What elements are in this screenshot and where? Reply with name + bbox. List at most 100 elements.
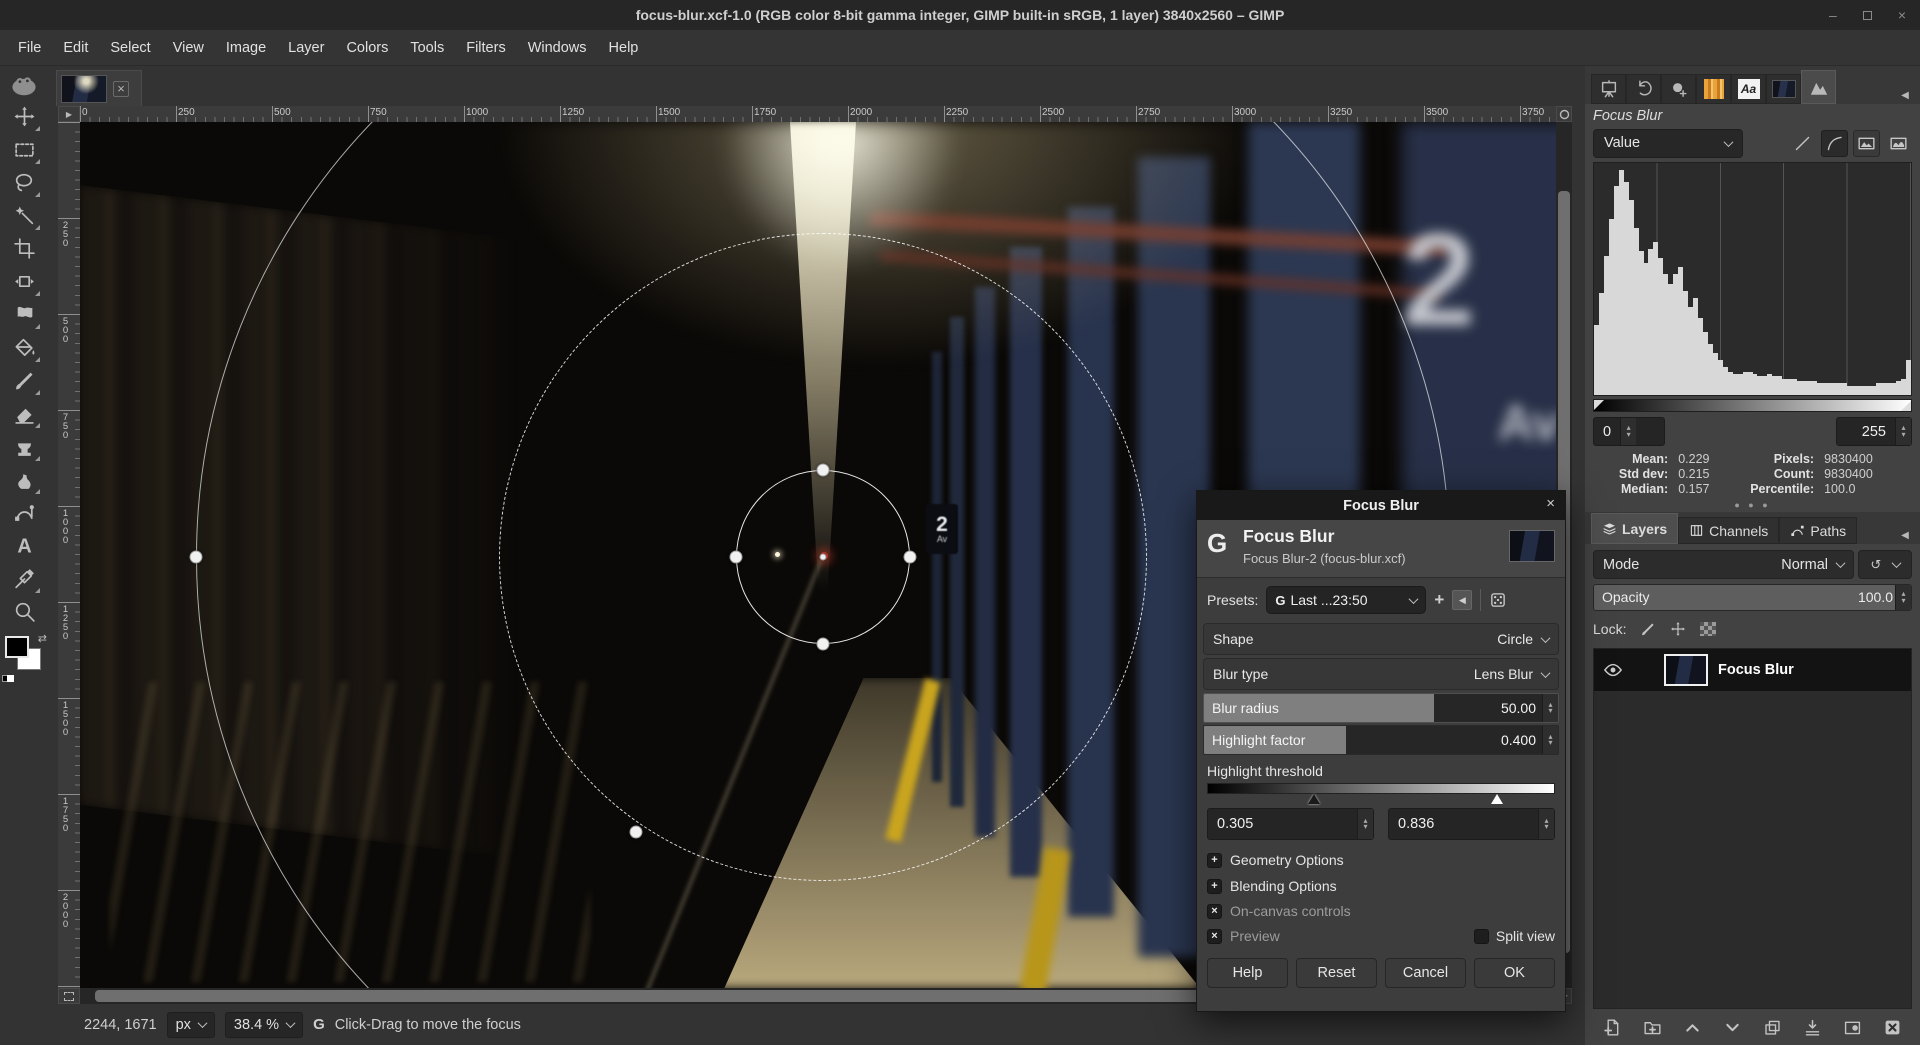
zoom-follow-window-button[interactable]: [1556, 106, 1572, 122]
move-tool[interactable]: [6, 100, 42, 133]
image-tab-close-icon[interactable]: ×: [113, 81, 129, 97]
range-high-input[interactable]: 255 ▴▾: [1836, 417, 1912, 446]
horizontal-ruler[interactable]: 0250500750100012501500175020002250250027…: [80, 106, 1556, 122]
swap-colors-icon[interactable]: ⇄: [38, 632, 47, 645]
smudge-tool[interactable]: [6, 463, 42, 496]
eraser-tool[interactable]: [6, 397, 42, 430]
menu-filters[interactable]: Filters: [456, 35, 515, 61]
spin-buttons[interactable]: ▴▾: [1538, 809, 1554, 839]
range-low-input[interactable]: 0 ▴▾: [1593, 417, 1665, 446]
blur-type-dropdown[interactable]: Blur type Lens Blur: [1203, 658, 1559, 690]
zoom-dropdown[interactable]: 38.4 %: [225, 1012, 303, 1038]
menu-help[interactable]: Help: [599, 35, 649, 61]
lock-alpha-icon[interactable]: [1700, 622, 1716, 636]
reset-button[interactable]: Reset: [1296, 958, 1377, 988]
focus-handle-top[interactable]: [817, 464, 830, 477]
menu-select[interactable]: Select: [100, 35, 160, 61]
title-bar[interactable]: focus-blur.xcf-1.0 (RGB color 8-bit gamm…: [0, 0, 1920, 30]
lower-layer-button[interactable]: [1717, 1013, 1747, 1041]
unit-dropdown[interactable]: px: [167, 1012, 215, 1038]
layer-row[interactable]: Focus Blur: [1594, 649, 1911, 691]
threshold-gradient-slider[interactable]: [1207, 783, 1555, 794]
dock-tab-patterns[interactable]: [1696, 74, 1731, 104]
randomize-dice-icon[interactable]: [1489, 591, 1507, 609]
menu-view[interactable]: View: [163, 35, 214, 61]
add-preset-button[interactable]: +: [1434, 590, 1444, 610]
lock-position-icon[interactable]: [1670, 621, 1686, 637]
tab-layers[interactable]: Layers: [1591, 513, 1678, 544]
spin-buttons[interactable]: ▴▾: [1542, 726, 1558, 754]
dialog-close-icon[interactable]: ×: [1546, 495, 1555, 512]
lock-pixels-icon[interactable]: [1640, 621, 1656, 637]
ok-button[interactable]: OK: [1474, 958, 1555, 988]
panel-menu-icon[interactable]: ◀: [1896, 526, 1914, 544]
dock-tab-fonts[interactable]: Aa: [1731, 74, 1766, 104]
dock-tab-histogram[interactable]: [1801, 70, 1836, 104]
threshold-high-marker[interactable]: [1491, 794, 1503, 804]
raise-layer-button[interactable]: [1677, 1013, 1707, 1041]
delete-layer-button[interactable]: [1878, 1013, 1908, 1041]
checkbox-checked-icon[interactable]: ×: [1207, 904, 1222, 919]
focus-outer-handle[interactable]: [190, 551, 203, 564]
mode-extra-buttons[interactable]: ↺: [1858, 550, 1912, 579]
blur-radius-slider[interactable]: Blur radius 50.00 ▴▾: [1203, 693, 1559, 723]
minimize-button[interactable]: –: [1829, 8, 1837, 22]
zoom-tool[interactable]: [6, 595, 42, 628]
range-slider-left-marker[interactable]: [1594, 400, 1604, 410]
checkbox-checked-icon[interactable]: ×: [1207, 929, 1222, 944]
ruler-corner-button[interactable]: ▶: [58, 106, 80, 122]
quick-mask-button[interactable]: [58, 988, 80, 1004]
tab-channels[interactable]: Channels: [1678, 517, 1779, 544]
spin-buttons[interactable]: ▴▾: [1895, 585, 1911, 610]
close-button[interactable]: ×: [1898, 8, 1906, 22]
spin-buttons[interactable]: ▴▾: [1895, 418, 1911, 445]
linear-histogram-button[interactable]: [1789, 130, 1816, 157]
free-select-tool[interactable]: [6, 166, 42, 199]
preview-checkbox[interactable]: × Preview Split view: [1197, 921, 1565, 946]
panel-menu-icon[interactable]: ◀: [1896, 86, 1914, 104]
help-button[interactable]: Help: [1207, 958, 1288, 988]
expand-plus-icon[interactable]: +: [1207, 853, 1222, 868]
expand-plus-icon[interactable]: +: [1207, 879, 1222, 894]
mode-reset-icon[interactable]: ↺: [1870, 557, 1881, 573]
cancel-button[interactable]: Cancel: [1385, 958, 1466, 988]
menu-tools[interactable]: Tools: [400, 35, 454, 61]
default-colors-icon[interactable]: [2, 675, 14, 682]
focus-handle-left[interactable]: [730, 551, 743, 564]
bucket-fill-tool[interactable]: [6, 331, 42, 364]
split-view-checkbox[interactable]: Split view: [1474, 928, 1555, 944]
checkbox-unchecked-icon[interactable]: [1474, 929, 1489, 944]
fuzzy-select-tool[interactable]: [6, 199, 42, 232]
visibility-eye-icon[interactable]: [1600, 660, 1626, 680]
dock-tab-images[interactable]: [1766, 74, 1801, 104]
paths-tool[interactable]: [6, 496, 42, 529]
expanded-view-button[interactable]: [1885, 130, 1912, 157]
preset-dropdown[interactable]: G Last ...23:50: [1266, 586, 1426, 614]
manage-presets-button[interactable]: ◀: [1452, 590, 1472, 610]
dock-splitter[interactable]: ● ● ●: [1593, 500, 1912, 512]
spin-buttons[interactable]: ▴▾: [1620, 418, 1636, 445]
focus-midpoint-handle[interactable]: [630, 826, 643, 839]
crop-tool[interactable]: [6, 232, 42, 265]
logarithmic-histogram-button[interactable]: [1821, 130, 1848, 157]
menu-image[interactable]: Image: [216, 35, 276, 61]
range-slider-right-marker[interactable]: [1901, 401, 1911, 411]
menu-windows[interactable]: Windows: [518, 35, 597, 61]
rectangle-select-tool[interactable]: [6, 133, 42, 166]
duplicate-layer-button[interactable]: [1758, 1013, 1788, 1041]
new-layer-button[interactable]: [1597, 1013, 1627, 1041]
threshold-high-input[interactable]: 0.836 ▴▾: [1388, 808, 1555, 840]
spin-buttons[interactable]: ▴▾: [1357, 809, 1373, 839]
dock-tab-tool-options[interactable]: [1591, 74, 1626, 104]
geometry-options-expander[interactable]: + Geometry Options: [1197, 844, 1565, 870]
maximize-button[interactable]: [1863, 11, 1872, 20]
dialog-title-bar[interactable]: Focus Blur ×: [1197, 491, 1565, 520]
compact-view-button[interactable]: [1853, 130, 1880, 157]
paintbrush-tool[interactable]: [6, 364, 42, 397]
blending-options-expander[interactable]: + Blending Options: [1197, 870, 1565, 896]
merge-layer-button[interactable]: [1798, 1013, 1828, 1041]
threshold-low-marker[interactable]: [1308, 794, 1320, 804]
menu-edit[interactable]: Edit: [53, 35, 98, 61]
unified-transform-tool[interactable]: [6, 265, 42, 298]
highlight-factor-slider[interactable]: Highlight factor 0.400 ▴▾: [1203, 725, 1559, 755]
